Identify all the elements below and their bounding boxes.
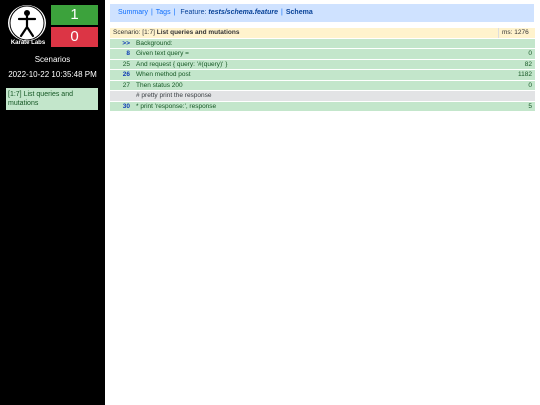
step-text: Then status 200 [133, 80, 499, 91]
breadcrumb-nav: Summary | Tags | Feature: tests/schema.feat… [110, 4, 534, 22]
step-duration: 5 [498, 101, 535, 112]
step-row[interactable]: 27 Then status 200 0 [110, 80, 535, 91]
scenario-header-row: Scenario: [1:7] List queries and mutatio… [110, 28, 535, 39]
nav-separator: | [150, 9, 153, 16]
step-row[interactable]: 8 Given text query = 0 [110, 48, 535, 60]
step-text: And request { query: '#(query)' } [133, 59, 499, 70]
feature-label: Feature: [180, 9, 207, 16]
failed-count-badge: 0 [51, 27, 98, 47]
tags-link[interactable]: Tags [156, 9, 171, 16]
scenario-duration: ms: 1276 [498, 28, 535, 39]
feature-name: Schema [285, 9, 313, 16]
step-text: When method post [133, 69, 499, 81]
step-line-number: 30 [110, 101, 133, 112]
step-duration: 82 [498, 59, 535, 70]
step-line-number: 25 [110, 59, 133, 70]
sidebar-title: Scenarios [34, 55, 71, 64]
scenario-prefix: Scenario: [1:7] [113, 29, 155, 36]
step-row[interactable]: 30 * print 'response:', response 5 [110, 101, 535, 112]
step-line-number: 8 [110, 48, 133, 60]
step-text: Given text query = [133, 48, 499, 60]
step-text: * print 'response:', response [133, 101, 499, 112]
step-duration [498, 38, 535, 49]
sidebar: Karate Labs 1 0 Scenarios 2022-10-22 10:… [0, 0, 105, 405]
report-timestamp: 2022-10-22 10:35:48 PM [8, 70, 97, 79]
sidebar-scenario-link[interactable]: [1:7] List queries and mutations [6, 88, 98, 110]
step-line-number: 27 [110, 80, 133, 91]
step-text: Background: [133, 38, 499, 49]
scenario-table: Scenario: [1:7] List queries and mutatio… [110, 28, 535, 112]
step-duration: 0 [498, 48, 535, 60]
step-line-number [110, 90, 133, 102]
step-duration: 0 [498, 80, 535, 91]
step-row[interactable]: 26 When method post 1182 [110, 69, 535, 81]
step-comment: # pretty print the response [133, 90, 499, 102]
nav-separator: | [173, 9, 176, 16]
scenario-name: List queries and mutations [156, 29, 240, 36]
step-duration: 1182 [498, 69, 535, 81]
passed-count-badge: 1 [51, 5, 98, 25]
summary-link[interactable]: Summary [118, 9, 148, 16]
step-row[interactable]: 25 And request { query: '#(query)' } 82 [110, 59, 535, 70]
karate-logo-icon[interactable] [8, 5, 46, 41]
step-line-number: >> [110, 38, 133, 49]
nav-separator: | [281, 9, 283, 16]
logo-text: Karate Labs [10, 40, 46, 46]
step-duration [498, 90, 535, 102]
feature-path: tests/schema.feature [208, 9, 279, 16]
step-row[interactable]: >> Background: [110, 38, 535, 49]
comment-row[interactable]: # pretty print the response [110, 90, 535, 102]
step-line-number: 26 [110, 69, 133, 81]
scenario-title: Scenario: [1:7] List queries and mutatio… [110, 28, 499, 39]
